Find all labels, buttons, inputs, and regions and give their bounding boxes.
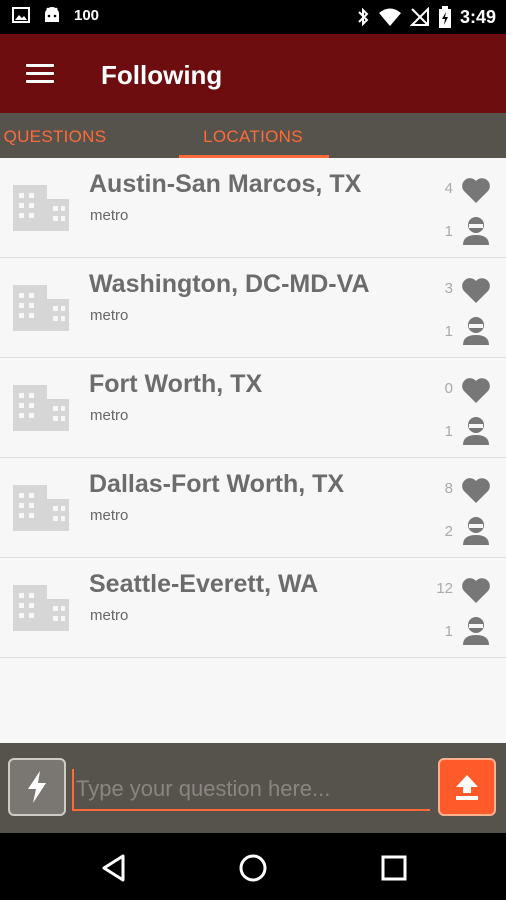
page-title: Following — [101, 60, 223, 90]
person-icon[interactable] — [462, 616, 490, 646]
lightning-icon — [28, 771, 46, 803]
heart-icon[interactable] — [461, 176, 491, 204]
heart-icon[interactable] — [461, 276, 491, 304]
building-icon — [13, 585, 69, 631]
person-icon[interactable] — [462, 516, 490, 546]
person-icon[interactable] — [462, 316, 490, 346]
wifi-icon — [378, 8, 401, 26]
location-name: Dallas-Fort Worth, TX — [89, 470, 345, 498]
location-row[interactable]: Washington, DC-MD-VA metro 3 1 — [0, 258, 506, 358]
location-name: Seattle-Everett, WA — [89, 570, 319, 598]
person-icon[interactable] — [462, 216, 490, 246]
locations-list: Austin-San Marcos, TX metro 4 1 Washingt… — [0, 158, 506, 658]
battery-percent-text: 100 — [74, 6, 100, 24]
send-question-button[interactable] — [438, 758, 496, 816]
tab-bar: QUESTIONS LOCATIONS — [0, 113, 506, 158]
question-input[interactable] — [72, 769, 430, 811]
battery-charging-icon — [438, 6, 451, 28]
like-count: 0 — [444, 380, 453, 397]
location-row[interactable]: Dallas-Fort Worth, TX metro 8 2 — [0, 458, 506, 558]
follower-count: 2 — [444, 523, 453, 540]
system-nav-bar — [0, 833, 506, 900]
location-row[interactable]: Fort Worth, TX metro 0 1 — [0, 358, 506, 458]
location-name: Austin-San Marcos, TX — [89, 170, 362, 198]
building-icon — [13, 185, 69, 231]
location-type: metro — [90, 407, 129, 424]
image-icon — [12, 7, 30, 23]
location-type: metro — [90, 507, 129, 524]
follower-count: 1 — [444, 323, 453, 340]
follower-count: 1 — [444, 423, 453, 440]
location-type: metro — [90, 607, 129, 624]
back-icon[interactable] — [97, 851, 131, 885]
like-count: 12 — [436, 580, 453, 597]
location-name: Fort Worth, TX — [89, 370, 263, 398]
building-icon — [13, 285, 69, 331]
location-type: metro — [90, 207, 129, 224]
heart-icon[interactable] — [461, 476, 491, 504]
recents-icon[interactable] — [377, 851, 411, 885]
follower-count: 1 — [444, 223, 453, 240]
location-type: metro — [90, 307, 129, 324]
building-icon — [13, 385, 69, 431]
like-count: 3 — [444, 280, 453, 297]
tab-locations[interactable]: LOCATIONS — [178, 113, 328, 158]
location-row[interactable]: Austin-San Marcos, TX metro 4 1 — [0, 158, 506, 258]
hamburger-menu-icon[interactable] — [26, 64, 54, 86]
upload-arrow-icon — [456, 775, 478, 800]
like-count: 8 — [444, 480, 453, 497]
clock-text: 3:49 — [459, 6, 496, 27]
question-input-bar — [0, 743, 506, 833]
heart-icon[interactable] — [461, 576, 491, 604]
android-icon — [45, 7, 59, 22]
person-icon[interactable] — [462, 416, 490, 446]
like-count: 4 — [444, 180, 453, 197]
bluetooth-icon — [358, 7, 369, 27]
home-icon[interactable] — [236, 851, 270, 885]
no-signal-icon — [409, 7, 429, 26]
quick-ask-button[interactable] — [8, 758, 66, 816]
building-icon — [13, 485, 69, 531]
app-bar: Following — [0, 34, 506, 113]
location-row[interactable]: Seattle-Everett, WA metro 12 1 — [0, 558, 506, 658]
location-name: Washington, DC-MD-VA — [89, 270, 370, 298]
follower-count: 1 — [444, 623, 453, 640]
tab-questions[interactable]: QUESTIONS — [0, 113, 150, 158]
heart-icon[interactable] — [461, 376, 491, 404]
status-bar: 100 3:49 — [0, 0, 506, 34]
